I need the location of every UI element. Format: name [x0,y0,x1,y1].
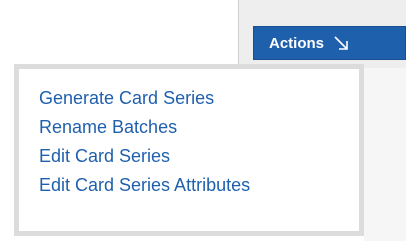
background-panel [364,68,406,241]
stage: Actions Generate Card Series Rename Batc… [0,0,406,241]
menu-item-generate-card-series[interactable]: Generate Card Series [39,84,359,113]
arrow-down-right-icon [332,34,350,52]
menu-item-rename-batches[interactable]: Rename Batches [39,113,359,142]
menu-item-edit-card-series-attributes[interactable]: Edit Card Series Attributes [39,171,359,200]
actions-button-label: Actions [269,34,325,52]
menu-item-edit-card-series[interactable]: Edit Card Series [39,142,359,171]
actions-button[interactable]: Actions [253,26,406,60]
actions-dropdown-menu: Generate Card Series Rename Batches Edit… [14,64,364,236]
